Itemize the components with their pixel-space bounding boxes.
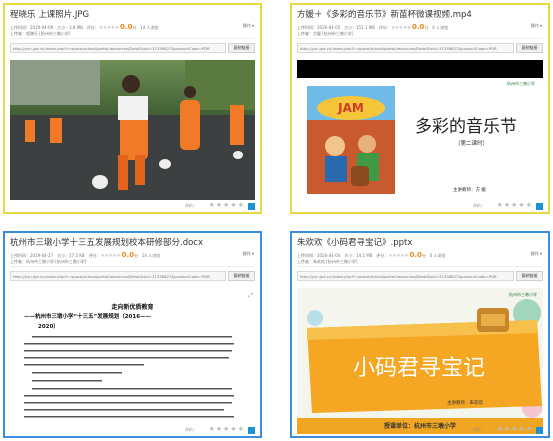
doc-heading-3: 2020） (38, 324, 59, 330)
uploader: 上传者：程晓乐 [杭州市三墩小学] (10, 31, 71, 36)
actions-menu[interactable]: 操作 ▾ (243, 251, 254, 257)
card-footer: 评价： ★★★★★ (297, 201, 543, 210)
resource-url-field[interactable]: http://yun.jpe.cn/index.php?r=space/scho… (297, 43, 514, 53)
rating-stars[interactable]: ★★★★★ (388, 253, 408, 259)
rating-stars[interactable]: ★★★★★ (391, 25, 411, 31)
card-title[interactable]: 程晓乐 上课照片.JPG (10, 8, 89, 20)
slide-logo: 杭州市三墩小学 (507, 81, 535, 86)
divider (10, 266, 255, 267)
footer-rating-stars[interactable]: ★★★★★ (209, 201, 245, 209)
card-meta: 上传时间：2020-04-09 大小：3.8 MB 评分：★★★★★ 0.0分 … (10, 23, 159, 31)
slide-subtitle: （第二课时） (455, 141, 489, 147)
card-title[interactable]: 杭州市三墩小学十三五发展规划校本研修部分.docx (10, 236, 203, 248)
resource-url-field[interactable]: http://yun.jpe.cn/index.php?r=space/scho… (10, 271, 226, 281)
doc-heading-2: ——杭州市三墩小学“十三五”发展规划（2016—— (24, 314, 152, 320)
doc-heading-1: 走向新优质教育 (111, 304, 154, 311)
score: 0.0 (119, 23, 133, 31)
classroom-photo (10, 60, 255, 200)
footer-rating-stars[interactable]: ★★★★★ (497, 201, 533, 209)
card-meta: 上传时间：2020-04-04 大小：14.1 MB 评分：★★★★★ 0.0分… (297, 251, 446, 259)
rating-stars[interactable]: ★★★★★ (100, 253, 120, 259)
slide-title: 多彩的音乐节 (415, 117, 517, 137)
score: 0.0 (121, 251, 135, 259)
expand-corner-icon[interactable] (248, 203, 255, 210)
video-preview[interactable]: 杭州市三墩小学 JAM 多彩的音乐节 （第二课时） 主讲教师：方 媛 (297, 60, 543, 205)
card-footer: 评价： ★★★★★ (297, 425, 543, 434)
resource-card-slides: 朱欢欢《小码君寻宝记》.pptx 上传时间：2020-04-04 大小：14.1… (290, 231, 550, 438)
footer-rating-stars[interactable]: ★★★★★ (209, 425, 245, 433)
resource-card-video: 方媛＋《多彩的音乐节》新苗杯微课视频.mp4 上传时间：2020-04-05 大… (290, 3, 550, 214)
rating-stars[interactable]: ★★★★★ (99, 25, 119, 31)
book-title: JAM (337, 101, 364, 115)
divider (297, 38, 543, 39)
photo-preview (10, 60, 255, 200)
actions-menu[interactable]: 操作 ▾ (243, 23, 254, 29)
slide-presenter: 主讲教师：方 媛 (453, 188, 486, 193)
expand-corner-icon[interactable] (536, 203, 543, 210)
uploader: 上传者：杭州市三墩小学 [杭州市三墩小学] (10, 259, 87, 264)
card-title[interactable]: 朱欢欢《小码君寻宝记》.pptx (297, 236, 412, 248)
card-footer: 评价： ★★★★★ (10, 201, 255, 210)
slides-preview[interactable]: 杭州市三墩小学 小码君寻宝记 主讲教师：朱欢欢 授课单位：杭州市三墩小学 (297, 288, 543, 434)
book-cover-image: JAM (307, 86, 395, 194)
resource-url-field[interactable]: http://yun.jpe.cn/index.php?r=space/scho… (10, 43, 226, 53)
doc-body-text (24, 336, 234, 418)
score: 0.0 (409, 251, 422, 259)
resource-url-field[interactable]: http://yun.jpe.cn/index.php?r=space/scho… (297, 271, 514, 281)
actions-menu[interactable]: 操作 ▾ (531, 251, 542, 257)
uploader: 上传者：朱欢欢 [杭州市三墩小学] (297, 259, 358, 264)
slide-title: 小码君寻宝记 (353, 356, 486, 381)
card-meta: 上传时间：2020-04-05 大小：151.1 MB 评分：★★★★★ 0.0… (297, 23, 449, 31)
resource-card-document: 杭州市三墩小学十三五发展规划校本研修部分.docx 上传时间：2019-04-2… (3, 231, 262, 438)
actions-menu[interactable]: 操作 ▾ (531, 23, 542, 29)
expand-corner-icon[interactable] (536, 427, 543, 434)
copy-link-button[interactable]: 复制链接 (228, 43, 255, 53)
document-preview[interactable]: ⤢ 走向新优质教育 ——杭州市三墩小学“十三五”发展规划（2016—— 2020… (10, 288, 255, 426)
video-letterbox-top (297, 60, 543, 78)
card-title[interactable]: 方媛＋《多彩的音乐节》新苗杯微课视频.mp4 (297, 8, 472, 20)
score: 0.0 (412, 23, 425, 31)
card-meta: 上传时间：2019-04-27 大小：27.5 KB 评分：★★★★★ 0.0分… (10, 251, 161, 259)
expand-corner-icon[interactable] (248, 427, 255, 434)
copy-link-button[interactable]: 复制链接 (228, 271, 255, 281)
copy-link-button[interactable]: 复制链接 (516, 43, 543, 53)
divider (297, 266, 543, 267)
fullscreen-icon[interactable]: ⤢ (248, 292, 253, 300)
divider (10, 38, 255, 39)
card-footer: 评价： ★★★★★ (10, 425, 255, 434)
slide-logo: 杭州市三墩小学 (509, 292, 537, 297)
resource-card-photo: 程晓乐 上课照片.JPG 上传时间：2020-04-09 大小：3.8 MB 评… (3, 3, 262, 214)
copy-link-button[interactable]: 复制链接 (516, 271, 543, 281)
footer-rating-stars[interactable]: ★★★★★ (497, 425, 533, 433)
slide-presenter: 主讲教师：朱欢欢 (447, 401, 483, 406)
uploader: 上传者：方媛 [杭州市三墩小学] (297, 31, 354, 36)
